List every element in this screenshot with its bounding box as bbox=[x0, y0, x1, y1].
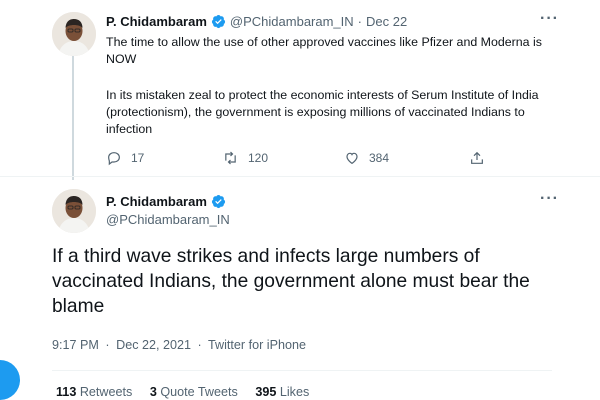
thread-connector bbox=[72, 56, 74, 180]
meta-separator: · bbox=[105, 338, 110, 352]
likes-label: Likes bbox=[279, 385, 310, 399]
avatar-image bbox=[52, 189, 96, 233]
stats-divider bbox=[52, 370, 552, 371]
tweet-text-paragraph-2: In its mistaken zeal to protect the econ… bbox=[106, 88, 539, 136]
meta-separator: · bbox=[357, 14, 363, 29]
share-icon bbox=[471, 151, 483, 164]
like-icon bbox=[346, 152, 358, 165]
quote-tweets-label: Quote Tweets bbox=[160, 385, 238, 399]
quote-tweets-stat[interactable]: 3 Quote Tweets bbox=[150, 385, 238, 399]
likes-count: 395 bbox=[255, 385, 277, 399]
tweet-source[interactable]: Twitter for iPhone bbox=[208, 338, 306, 352]
tweet-date[interactable]: Dec 22 bbox=[366, 14, 407, 29]
like-button[interactable]: 384 bbox=[344, 150, 389, 166]
more-icon[interactable]: ··· bbox=[540, 10, 559, 28]
retweets-count: 113 bbox=[56, 385, 77, 399]
likes-stat[interactable]: 395 Likes bbox=[255, 385, 309, 399]
tweet-stats: 113 Retweets 3 Quote Tweets 395 Likes bbox=[56, 385, 323, 399]
retweet-button[interactable]: 120 bbox=[222, 150, 268, 166]
retweets-label: Retweets bbox=[79, 385, 133, 399]
author-name[interactable]: P. Chidambaram bbox=[106, 14, 207, 29]
share-button[interactable] bbox=[469, 150, 494, 166]
tweet-divider bbox=[0, 176, 600, 177]
author-handle[interactable]: @PChidambaram_IN bbox=[106, 212, 230, 227]
more-icon[interactable]: ··· bbox=[540, 190, 559, 208]
reply-icon bbox=[108, 152, 120, 166]
retweet-icon bbox=[225, 151, 236, 165]
tweet-text: If a third wave strikes and infects larg… bbox=[52, 246, 530, 317]
reply-count: 17 bbox=[131, 151, 145, 165]
quote-tweets-count: 3 bbox=[149, 385, 157, 399]
tweet-text-paragraph-1: The time to allow the use of other appro… bbox=[106, 35, 542, 66]
author-name[interactable]: P. Chidambaram bbox=[106, 194, 207, 209]
avatar[interactable] bbox=[52, 12, 96, 56]
verified-badge-icon bbox=[211, 14, 225, 29]
avatar-image bbox=[52, 12, 96, 56]
tweet-time[interactable]: 9:17 PM bbox=[52, 338, 99, 352]
meta-separator: · bbox=[197, 338, 202, 352]
tweet-full-date[interactable]: Dec 22, 2021 bbox=[116, 338, 191, 352]
verified-badge-icon bbox=[211, 194, 225, 209]
reply-button[interactable]: 17 bbox=[106, 150, 144, 166]
compose-tweet-button[interactable] bbox=[0, 360, 20, 400]
retweet-count: 120 bbox=[248, 151, 269, 165]
tweet-actions: 17 120 384 bbox=[106, 150, 496, 170]
like-count: 384 bbox=[369, 151, 390, 165]
retweets-stat[interactable]: 113 Retweets bbox=[56, 385, 132, 399]
tweet-meta: 9:17 PM · Dec 22, 2021 · Twitter for iPh… bbox=[52, 338, 306, 352]
avatar[interactable] bbox=[52, 189, 96, 233]
author-handle[interactable]: @PChidambaram_IN bbox=[230, 14, 354, 29]
